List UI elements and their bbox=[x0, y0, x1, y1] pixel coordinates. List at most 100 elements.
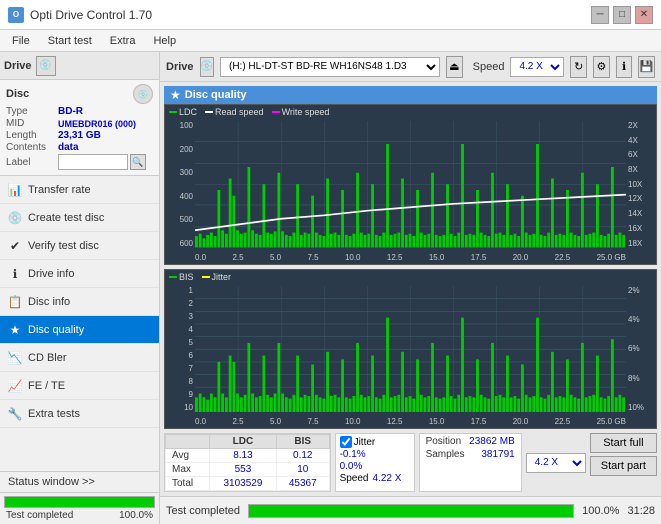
jitter-max: 0.0% bbox=[340, 461, 410, 472]
chart1-x-axis: 0.0 2.5 5.0 7.5 10.0 12.5 15.0 17.5 20.0… bbox=[195, 253, 626, 262]
menu-start-test[interactable]: Start test bbox=[40, 33, 100, 49]
stats-row-total: Total 3103529 45367 bbox=[166, 477, 330, 491]
header-drive-select[interactable]: (H:) HL-DT-ST BD-RE WH16NS48 1.D3 bbox=[220, 57, 440, 77]
sidebar-item-fe-te[interactable]: 📈 FE / TE bbox=[0, 372, 159, 400]
samples-value: 381791 bbox=[481, 449, 514, 460]
speed-label: Speed bbox=[473, 61, 505, 73]
eject-btn[interactable]: ⏏ bbox=[446, 56, 463, 78]
drive-section: Drive 💿 bbox=[0, 52, 159, 80]
transfer-rate-icon: 📊 bbox=[8, 183, 22, 197]
speed-select[interactable]: 4.2 X bbox=[510, 57, 564, 77]
jitter-label: Jitter bbox=[354, 437, 376, 448]
avg-ldc: 8.13 bbox=[209, 449, 276, 463]
mid-label: MID bbox=[6, 118, 58, 129]
sidebar-item-disc-quality[interactable]: ★ Disc quality bbox=[0, 316, 159, 344]
bottom-pct-text: 100.0% bbox=[582, 505, 619, 517]
col-header-empty bbox=[166, 435, 210, 449]
info-btn[interactable]: ℹ bbox=[616, 56, 633, 78]
dq-title: Disc quality bbox=[185, 89, 247, 101]
extra-tests-label: Extra tests bbox=[28, 408, 80, 420]
chart2-svg-area bbox=[195, 286, 626, 413]
progress-pct: 100.0% bbox=[119, 510, 153, 521]
extra-tests-icon: 🔧 bbox=[8, 407, 22, 421]
position-label: Position bbox=[426, 436, 462, 447]
content-area: Drive 💿 (H:) HL-DT-ST BD-RE WH16NS48 1.D… bbox=[160, 52, 661, 524]
sidebar-item-drive-info[interactable]: ℹ Drive info bbox=[0, 260, 159, 288]
create-test-disc-icon: 💿 bbox=[8, 211, 22, 225]
max-ldc: 553 bbox=[209, 463, 276, 477]
progress-section: Test completed 100.0% bbox=[0, 493, 159, 524]
menu-extra[interactable]: Extra bbox=[102, 33, 144, 49]
total-label: Total bbox=[166, 477, 210, 491]
fe-te-label: FE / TE bbox=[28, 380, 65, 392]
minimize-button[interactable]: ─ bbox=[591, 6, 609, 24]
maximize-button[interactable]: □ bbox=[613, 6, 631, 24]
sidebar-item-disc-info[interactable]: 📋 Disc info bbox=[0, 288, 159, 316]
verify-test-disc-label: Verify test disc bbox=[28, 240, 99, 252]
menu-bar: File Start test Extra Help bbox=[0, 30, 661, 52]
label-input[interactable] bbox=[58, 154, 128, 170]
status-window-label: Status window >> bbox=[8, 476, 95, 488]
sidebar-item-cd-bler[interactable]: 📉 CD Bler bbox=[0, 344, 159, 372]
charts-container: LDC Read speed Write speed 600 bbox=[164, 104, 657, 429]
start-full-button[interactable]: Start full bbox=[590, 433, 657, 453]
header-drive-icon: 💿 bbox=[200, 57, 214, 77]
bis-chart: BIS Jitter 10 9 8 7 6 5 bbox=[164, 269, 657, 430]
fe-te-icon: 📈 bbox=[8, 379, 22, 393]
drive-info-icon: ℹ bbox=[8, 267, 22, 281]
jitter-avg: -0.1% bbox=[340, 449, 410, 460]
ldc-chart: LDC Read speed Write speed 600 bbox=[164, 104, 657, 265]
bottom-status-text: Test completed bbox=[166, 505, 240, 517]
contents-label: Contents bbox=[6, 142, 58, 153]
sidebar-item-create-test-disc[interactable]: 💿 Create test disc bbox=[0, 204, 159, 232]
sidebar: Drive 💿 Disc 💿 Type BD-R MID UMEBDR016 (… bbox=[0, 52, 160, 524]
label-browse-btn[interactable]: 🔍 bbox=[130, 154, 146, 170]
start-part-button[interactable]: Start part bbox=[590, 456, 657, 476]
stats-table: LDC BIS Avg 8.13 0.12 Max bbox=[164, 433, 331, 492]
save-btn[interactable]: 💾 bbox=[638, 56, 655, 78]
disc-panel: Disc 💿 Type BD-R MID UMEBDR016 (000) Len… bbox=[0, 80, 159, 176]
sidebar-item-transfer-rate[interactable]: 📊 Transfer rate bbox=[0, 176, 159, 204]
disc-panel-title: Disc bbox=[6, 88, 29, 100]
total-bis: 45367 bbox=[276, 477, 329, 491]
action-buttons: Start full Start part bbox=[590, 433, 657, 492]
refresh-btn[interactable]: ↻ bbox=[570, 56, 587, 78]
legend-jitter: Jitter bbox=[212, 272, 232, 282]
progress-fill bbox=[5, 497, 154, 507]
drive-icon-btn[interactable]: 💿 bbox=[36, 56, 56, 76]
col-header-bis: BIS bbox=[276, 435, 329, 449]
contents-value: data bbox=[58, 142, 79, 153]
chart-speed-select[interactable]: 4.2 X bbox=[526, 453, 586, 473]
legend-bis: BIS bbox=[179, 272, 194, 282]
max-label: Max bbox=[166, 463, 210, 477]
status-text: Test completed bbox=[6, 510, 73, 521]
create-test-disc-label: Create test disc bbox=[28, 212, 104, 224]
status-window-btn[interactable]: Status window >> bbox=[0, 472, 159, 493]
header-row: Drive 💿 (H:) HL-DT-ST BD-RE WH16NS48 1.D… bbox=[160, 52, 661, 82]
sidebar-item-extra-tests[interactable]: 🔧 Extra tests bbox=[0, 400, 159, 428]
jitter-section: Jitter bbox=[340, 436, 410, 448]
label-label: Label bbox=[6, 157, 58, 168]
dq-title-bar: ★ Disc quality bbox=[164, 86, 657, 104]
settings-btn[interactable]: ⚙ bbox=[593, 56, 610, 78]
length-label: Length bbox=[6, 130, 58, 141]
menu-file[interactable]: File bbox=[4, 33, 38, 49]
legend-write-speed: Write speed bbox=[282, 107, 330, 117]
title-bar: O Opti Drive Control 1.70 ─ □ ✕ bbox=[0, 0, 661, 30]
disc-info-label: Disc info bbox=[28, 296, 70, 308]
dq-title-icon: ★ bbox=[170, 88, 181, 102]
sidebar-item-verify-test-disc[interactable]: ✔ Verify test disc bbox=[0, 232, 159, 260]
bottom-progress-bar bbox=[248, 504, 574, 518]
drive-label: Drive bbox=[4, 60, 32, 72]
stats-row-max: Max 553 10 bbox=[166, 463, 330, 477]
jitter-checkbox[interactable] bbox=[340, 436, 352, 448]
menu-help[interactable]: Help bbox=[145, 33, 184, 49]
stats-row-avg: Avg 8.13 0.12 bbox=[166, 449, 330, 463]
length-value: 23,31 GB bbox=[58, 130, 101, 141]
cd-bler-label: CD Bler bbox=[28, 352, 67, 364]
close-button[interactable]: ✕ bbox=[635, 6, 653, 24]
speed-header: Speed bbox=[340, 473, 369, 484]
verify-test-disc-icon: ✔ bbox=[8, 239, 22, 253]
chart2-x-axis: 0.0 2.5 5.0 7.5 10.0 12.5 15.0 17.5 20.0… bbox=[195, 417, 626, 426]
transfer-rate-label: Transfer rate bbox=[28, 184, 91, 196]
